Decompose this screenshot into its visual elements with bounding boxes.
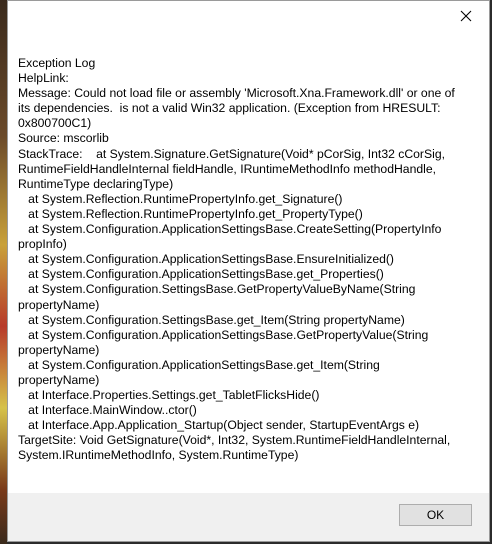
exception-message-text: Exception Log HelpLink: Message: Could n… <box>18 56 455 463</box>
desktop-background <box>0 0 7 544</box>
close-button[interactable] <box>449 4 483 28</box>
button-footer: OK <box>8 493 489 541</box>
close-icon <box>460 10 472 22</box>
message-box-dialog: Exception Log HelpLink: Message: Could n… <box>7 0 490 542</box>
title-bar <box>8 1 489 31</box>
ok-button[interactable]: OK <box>399 504 472 526</box>
